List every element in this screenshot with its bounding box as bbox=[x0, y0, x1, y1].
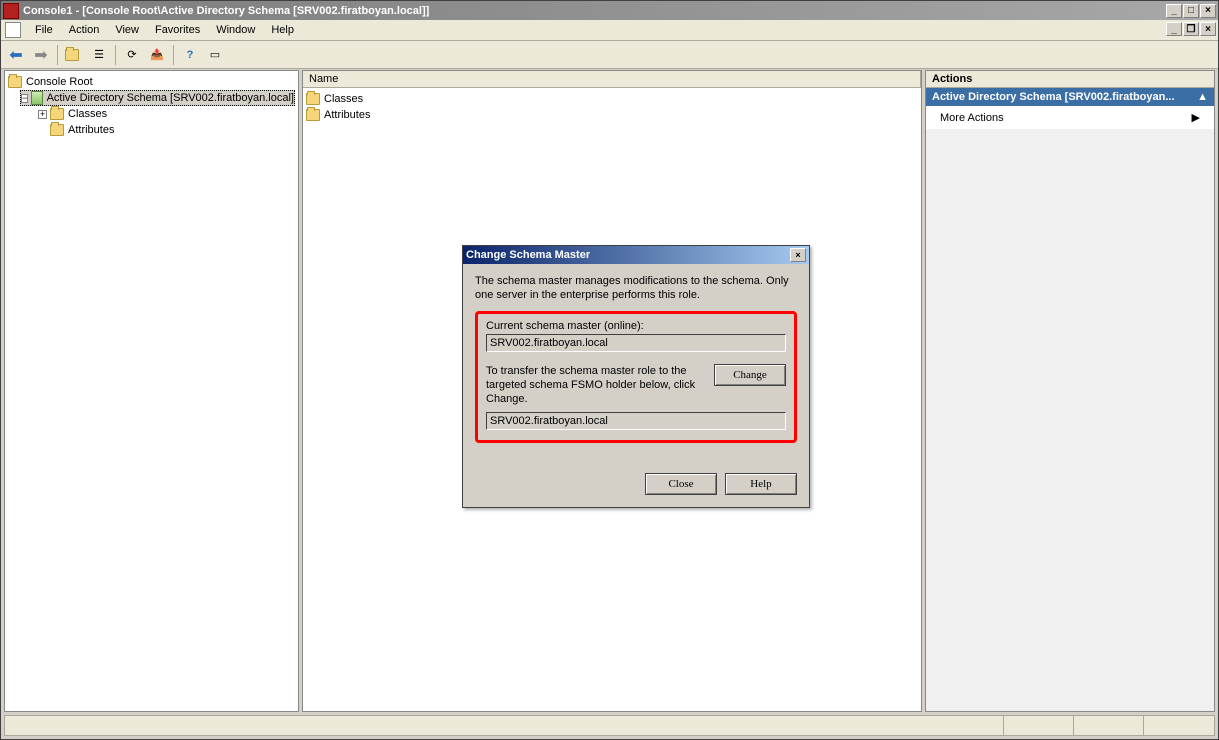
tree-attributes[interactable]: Attributes bbox=[50, 122, 295, 138]
new-window-button[interactable]: ▭ bbox=[204, 44, 226, 66]
tree-panel: Console Root − Active Directory Schema [… bbox=[4, 70, 299, 712]
menu-action[interactable]: Action bbox=[61, 22, 108, 38]
toolbar: ⬅ ➡ ☰ ⟳ 📤 ? ▭ bbox=[1, 41, 1218, 69]
app-icon bbox=[3, 3, 19, 19]
list-body: Classes Attributes bbox=[303, 88, 921, 126]
window-title: Console1 - [Console Root\Active Director… bbox=[23, 5, 1166, 17]
menu-favorites[interactable]: Favorites bbox=[147, 22, 208, 38]
tree-classes-label: Classes bbox=[68, 108, 107, 120]
menu-window[interactable]: Window bbox=[208, 22, 263, 38]
export-button[interactable]: 📤 bbox=[146, 44, 168, 66]
dialog-body: The schema master manages modifications … bbox=[463, 264, 809, 473]
status-cell bbox=[1144, 716, 1214, 735]
list-item-label: Attributes bbox=[324, 109, 370, 121]
list-item-label: Classes bbox=[324, 93, 363, 105]
maximize-button[interactable]: □ bbox=[1183, 4, 1199, 18]
mdi-close-button[interactable]: × bbox=[1200, 22, 1216, 36]
system-menu-icon[interactable] bbox=[5, 22, 21, 38]
mdi-minimize-button[interactable]: _ bbox=[1166, 22, 1182, 36]
actions-panel: Actions Active Directory Schema [SRV002.… bbox=[925, 70, 1215, 712]
status-cell bbox=[5, 716, 1004, 735]
folder-icon bbox=[306, 109, 320, 121]
close-button[interactable]: × bbox=[1200, 4, 1216, 18]
tree-schema-node[interactable]: − Active Directory Schema [SRV002.firatb… bbox=[20, 90, 295, 106]
dialog-intro-text: The schema master manages modifications … bbox=[475, 274, 797, 303]
current-master-label: Current schema master (online): bbox=[486, 320, 786, 332]
show-hide-tree-button[interactable]: ☰ bbox=[88, 44, 110, 66]
list-item[interactable]: Attributes bbox=[306, 107, 918, 123]
tree-schema-label: Active Directory Schema [SRV002.firatboy… bbox=[47, 92, 294, 104]
chevron-right-icon: ▶ bbox=[1192, 111, 1200, 124]
mdi-control-buttons: _ ❐ × bbox=[1166, 22, 1216, 36]
dialog-title-text: Change Schema Master bbox=[466, 249, 590, 261]
refresh-button[interactable]: ⟳ bbox=[121, 44, 143, 66]
change-button[interactable]: Change bbox=[714, 364, 786, 386]
dialog-button-row: Close Help bbox=[463, 473, 809, 507]
close-button[interactable]: Close bbox=[645, 473, 717, 495]
dialog-close-button[interactable]: × bbox=[790, 248, 806, 262]
window-control-buttons: _ □ × bbox=[1166, 4, 1216, 18]
expand-icon[interactable]: + bbox=[38, 110, 47, 119]
menu-help[interactable]: Help bbox=[263, 22, 302, 38]
actions-header: Actions bbox=[926, 71, 1214, 88]
target-master-field: SRV002.firatboyan.local bbox=[486, 412, 786, 430]
menu-view[interactable]: View bbox=[107, 22, 147, 38]
folder-icon bbox=[50, 108, 64, 120]
transfer-row: To transfer the schema master role to th… bbox=[486, 364, 786, 407]
current-master-field: SRV002.firatboyan.local bbox=[486, 334, 786, 352]
menu-bar: File Action View Favorites Window Help _… bbox=[1, 20, 1218, 41]
window-titlebar: Console1 - [Console Root\Active Director… bbox=[1, 1, 1218, 20]
chevron-up-icon: ▲ bbox=[1197, 91, 1208, 103]
status-cell bbox=[1074, 716, 1144, 735]
toolbar-separator bbox=[115, 45, 116, 65]
dialog-titlebar: Change Schema Master × bbox=[463, 246, 809, 264]
transfer-text: To transfer the schema master role to th… bbox=[486, 364, 704, 407]
back-button[interactable]: ⬅ bbox=[5, 44, 27, 66]
toolbar-separator bbox=[173, 45, 174, 65]
list-header: Name bbox=[303, 71, 921, 88]
toolbar-separator bbox=[57, 45, 58, 65]
status-cell bbox=[1004, 716, 1074, 735]
collapse-icon[interactable]: − bbox=[21, 94, 28, 103]
tree-attributes-label: Attributes bbox=[68, 124, 114, 136]
schema-icon bbox=[31, 91, 42, 105]
column-name[interactable]: Name bbox=[303, 71, 921, 87]
minimize-button[interactable]: _ bbox=[1166, 4, 1182, 18]
actions-more[interactable]: More Actions ▶ bbox=[926, 106, 1214, 129]
help-button[interactable]: Help bbox=[725, 473, 797, 495]
help-button[interactable]: ? bbox=[179, 44, 201, 66]
list-item[interactable]: Classes bbox=[306, 91, 918, 107]
actions-section-label: Active Directory Schema [SRV002.firatboy… bbox=[932, 91, 1175, 103]
folder-icon bbox=[50, 124, 64, 136]
tree: Console Root − Active Directory Schema [… bbox=[5, 71, 298, 141]
tree-classes[interactable]: + Classes bbox=[38, 106, 295, 122]
actions-more-label: More Actions bbox=[940, 112, 1004, 124]
actions-section-header[interactable]: Active Directory Schema [SRV002.firatboy… bbox=[926, 88, 1214, 106]
tree-root[interactable]: Console Root bbox=[8, 74, 295, 90]
arrow-right-icon: ➡ bbox=[34, 45, 47, 65]
menu-file[interactable]: File bbox=[27, 22, 61, 38]
mdi-restore-button[interactable]: ❐ bbox=[1183, 22, 1199, 36]
folder-up-icon bbox=[65, 49, 79, 61]
status-bar bbox=[4, 715, 1215, 736]
up-button[interactable] bbox=[63, 44, 85, 66]
folder-icon bbox=[306, 93, 320, 105]
folder-icon bbox=[8, 76, 22, 88]
forward-button[interactable]: ➡ bbox=[30, 44, 52, 66]
change-schema-master-dialog: Change Schema Master × The schema master… bbox=[462, 245, 810, 508]
arrow-left-icon: ⬅ bbox=[9, 45, 22, 65]
highlight-annotation: Current schema master (online): SRV002.f… bbox=[475, 311, 797, 444]
tree-root-label: Console Root bbox=[26, 76, 93, 88]
